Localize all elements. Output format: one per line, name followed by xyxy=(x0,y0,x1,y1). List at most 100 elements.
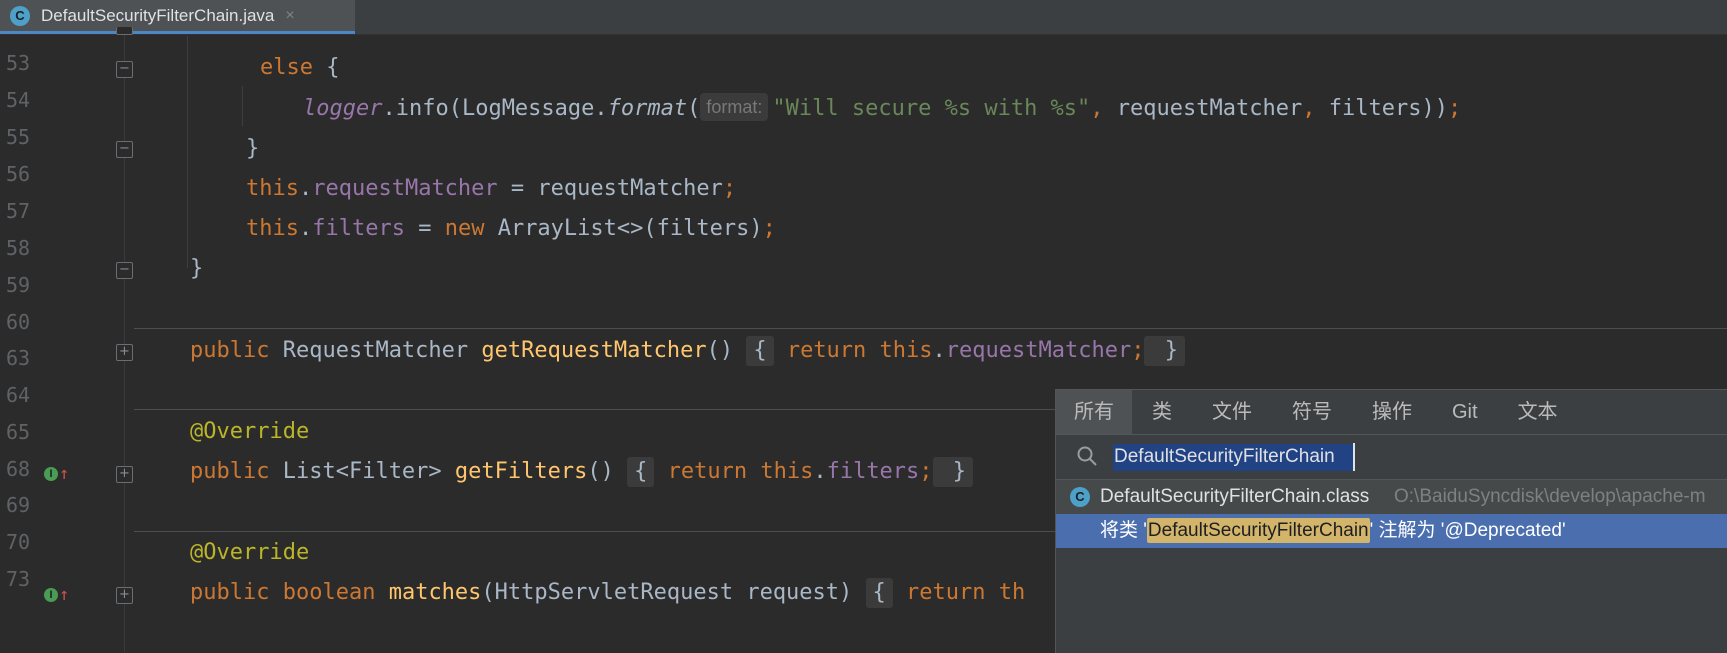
line-number: 58 xyxy=(6,236,31,260)
code-line-58[interactable]: } xyxy=(190,249,203,289)
fold-end-icon[interactable]: − xyxy=(116,141,133,158)
keyword: public xyxy=(190,580,270,605)
keyword: public xyxy=(190,338,270,363)
code-text: . xyxy=(298,216,313,241)
up-arrow-icon: ↑ xyxy=(59,585,70,605)
line-number: 65 xyxy=(6,420,31,444)
semicolon: ; xyxy=(1131,338,1145,363)
method-name: getRequestMatcher xyxy=(481,338,707,363)
result-path: O:\BaiduSyncdisk\develop\apache-m xyxy=(1394,486,1706,507)
code-text: = xyxy=(404,216,445,241)
keyword: return xyxy=(892,580,986,605)
code-text: . xyxy=(932,338,946,363)
result-suffix: ' 注解为 '@Deprecated' xyxy=(1369,520,1566,541)
code-text: } xyxy=(190,256,204,281)
code-text: } xyxy=(246,136,260,161)
code-text: . xyxy=(813,459,827,484)
code-line-55[interactable]: } xyxy=(246,129,259,169)
code-text: ( xyxy=(687,96,701,121)
tab-actions[interactable]: 操作 xyxy=(1352,390,1432,434)
code-line-65[interactable]: public List<Filter> getFilters() { retur… xyxy=(190,452,974,492)
code-text: List<Filter> xyxy=(269,459,455,484)
implements-method-icon[interactable]: I ↑ xyxy=(44,462,76,486)
class-icon: C xyxy=(1070,487,1090,507)
tab-all[interactable]: 所有 xyxy=(1056,390,1132,434)
folded-brace[interactable]: { xyxy=(746,336,774,366)
code-line-64[interactable]: @Override xyxy=(190,412,309,452)
tab-defaultsecurityfilterchain[interactable]: C DefaultSecurityFilterChain.java × xyxy=(0,0,355,34)
result-label: 将类 'DefaultSecurityFilterChain' 注解为 '@De… xyxy=(1100,514,1566,548)
match-highlight: DefaultSecurityFilterChain xyxy=(1146,518,1370,543)
line-number: 55 xyxy=(6,125,31,149)
code-text: { xyxy=(312,55,340,80)
field: requestMatcher xyxy=(945,338,1132,363)
code-text: () xyxy=(587,459,628,484)
result-item-action[interactable]: 将类 'DefaultSecurityFilterChain' 注解为 '@De… xyxy=(1056,514,1727,548)
fold-expand-icon[interactable]: + xyxy=(116,466,133,483)
code-text: RequestMatcher xyxy=(269,338,482,363)
search-input[interactable] xyxy=(1110,443,1714,471)
result-item-class[interactable]: C DefaultSecurityFilterChain.class O:\Ba… xyxy=(1056,480,1727,514)
tab-text[interactable]: 文本 xyxy=(1498,390,1578,434)
field: filters xyxy=(826,459,920,484)
comma: , xyxy=(1302,96,1316,121)
result-prefix: 将类 ' xyxy=(1100,520,1147,541)
tab-git[interactable]: Git xyxy=(1432,390,1498,434)
search-scope-tabs: 所有 类 文件 符号 操作 Git 文本 xyxy=(1056,390,1727,434)
fold-end-icon[interactable] xyxy=(116,27,133,35)
indent-guide xyxy=(242,86,243,126)
implements-letter: I xyxy=(44,467,58,481)
tab-classes[interactable]: 类 xyxy=(1132,390,1192,434)
indent-guide xyxy=(187,36,188,268)
line-number: 57 xyxy=(6,199,31,223)
code-line-53[interactable]: else { xyxy=(260,48,339,88)
keyword: return xyxy=(654,459,748,484)
semicolon: ; xyxy=(919,459,933,484)
code-line-57[interactable]: this.filters = new ArrayList<>(filters); xyxy=(246,209,776,249)
code-line-54[interactable]: logger.info(LogMessage.format(format: "Wi… xyxy=(303,89,1461,129)
method-separator xyxy=(134,328,1727,329)
line-number: 56 xyxy=(6,162,31,186)
line-number: 70 xyxy=(6,530,31,554)
string-literal: "Will secure %s with %s" xyxy=(772,96,1091,121)
keyword: this xyxy=(760,459,814,484)
folded-brace[interactable]: } xyxy=(1144,336,1185,366)
semicolon: ; xyxy=(722,176,737,201)
fold-expand-icon[interactable]: + xyxy=(116,587,133,604)
keyword: this xyxy=(246,176,299,201)
close-icon[interactable]: × xyxy=(285,7,294,25)
code-line-60[interactable]: public RequestMatcher getRequestMatcher(… xyxy=(190,331,1185,371)
tab-files[interactable]: 文件 xyxy=(1192,390,1272,434)
up-arrow-icon: ↑ xyxy=(59,464,70,484)
fold-expand-icon[interactable]: + xyxy=(116,344,133,361)
keyword: new xyxy=(444,216,485,241)
code-text: (HttpServletRequest request) xyxy=(481,580,866,605)
semicolon: ; xyxy=(762,216,776,241)
keyword: this xyxy=(246,216,299,241)
annotation: @Override xyxy=(190,540,310,565)
code-line-70[interactable]: public boolean matches(HttpServletReques… xyxy=(190,573,1025,613)
folded-brace[interactable]: } xyxy=(932,457,974,487)
code-line-56[interactable]: this.requestMatcher = requestMatcher; xyxy=(246,169,736,209)
fold-collapse-icon[interactable]: − xyxy=(116,61,133,78)
line-number: 69 xyxy=(6,493,31,517)
semicolon: ; xyxy=(1447,96,1462,121)
line-number: 53 xyxy=(6,51,31,75)
fold-end-icon[interactable]: − xyxy=(116,262,133,279)
line-number: 63 xyxy=(6,346,31,370)
text-caret xyxy=(1353,443,1355,471)
folded-brace[interactable]: { xyxy=(865,578,893,608)
code-line-69[interactable]: @Override xyxy=(190,533,309,573)
tab-title: DefaultSecurityFilterChain.java xyxy=(41,5,275,25)
line-number: 68 xyxy=(6,457,31,481)
comma: , xyxy=(1090,96,1104,121)
implements-letter: I xyxy=(44,588,58,602)
tab-symbols[interactable]: 符号 xyxy=(1272,390,1352,434)
parameter-hint: format: xyxy=(700,93,769,121)
search-icon xyxy=(1077,446,1097,466)
keyword: return xyxy=(773,338,867,363)
folded-brace[interactable]: { xyxy=(627,457,655,487)
implements-method-icon[interactable]: I ↑ xyxy=(44,583,76,607)
